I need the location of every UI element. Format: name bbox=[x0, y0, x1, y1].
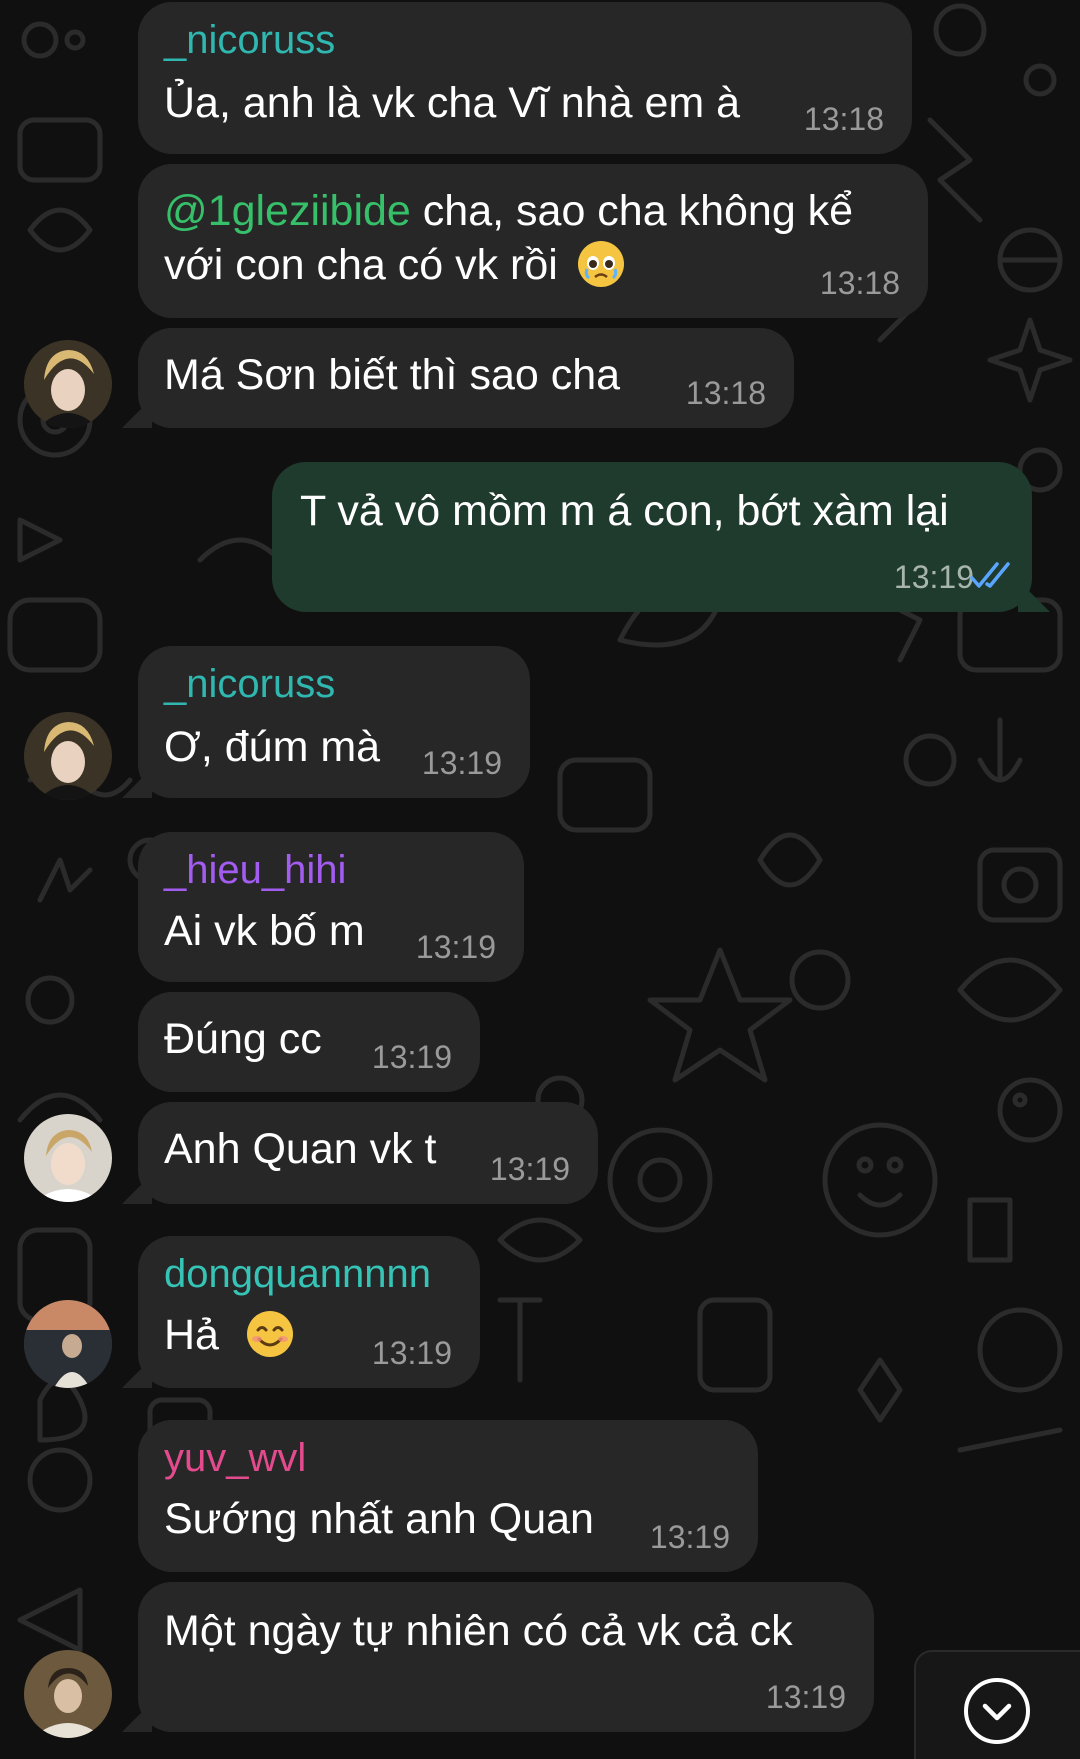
sender-name[interactable]: _nicoruss bbox=[164, 18, 335, 62]
message-text: Sướng nhất anh Quan bbox=[164, 1495, 594, 1543]
avatar[interactable] bbox=[24, 1650, 112, 1738]
chat-screen: _nicoruss Ủa, anh là vk cha Vĩ nhà em à … bbox=[0, 0, 1080, 1759]
chevron-down-icon bbox=[982, 1703, 1012, 1721]
message-bubble[interactable]: _hieu_hihi Ai vk bố m 13:19 bbox=[138, 832, 524, 982]
message-text-line: cha, sao cha không kể bbox=[410, 187, 854, 235]
message-time: 13:19 bbox=[649, 1519, 730, 1555]
message-text: Ủa, anh là vk cha Vĩ nhà em à bbox=[164, 79, 741, 127]
message-text: Một ngày tự nhiên có cả vk cả ck bbox=[164, 1607, 793, 1655]
message-bubble[interactable]: Anh Quan vk t 13:19 bbox=[138, 1102, 598, 1204]
message-bubble[interactable]: Đúng cc 13:19 bbox=[138, 992, 480, 1092]
message-time: 13:19 bbox=[765, 1679, 846, 1715]
avatar[interactable] bbox=[24, 1300, 112, 1388]
message-text: T vả vô mồm m á con, bớt xàm lại bbox=[300, 487, 949, 535]
avatar-image bbox=[24, 1114, 112, 1202]
mention-link[interactable]: @1gleziibide bbox=[164, 187, 411, 235]
message-text: Anh Quan vk t bbox=[164, 1125, 437, 1173]
message-text: Ai vk bố m bbox=[164, 907, 365, 955]
message-time: 13:19 bbox=[371, 1039, 452, 1075]
scroll-down-panel bbox=[914, 1650, 1080, 1759]
message-time: 13:18 bbox=[819, 265, 900, 301]
message-bubble[interactable]: @1gleziibide cha, sao cha không kể với c… bbox=[138, 164, 928, 318]
sender-name[interactable]: dongquannnnn bbox=[164, 1252, 431, 1296]
sender-name[interactable]: _nicoruss bbox=[164, 662, 335, 706]
avatar[interactable] bbox=[24, 712, 112, 800]
message-text: với con cha có vk rồi bbox=[164, 238, 626, 293]
message-text-line: với con cha có vk rồi bbox=[164, 241, 558, 289]
crying-face-icon bbox=[577, 240, 624, 287]
message-time: 13:19 bbox=[893, 559, 974, 595]
avatar-image bbox=[24, 1300, 112, 1388]
avatar-image bbox=[24, 1650, 112, 1738]
avatar-image bbox=[24, 340, 112, 428]
double-check-icon bbox=[970, 562, 1010, 588]
sender-name[interactable]: yuv_wvl bbox=[164, 1436, 306, 1480]
message-bubble[interactable]: _nicoruss Ơ, đúm mà 13:19 bbox=[138, 646, 530, 798]
message-text: Ơ, đúm mà bbox=[164, 723, 381, 771]
avatar-image bbox=[24, 712, 112, 800]
sender-name[interactable]: _hieu_hihi bbox=[164, 848, 346, 892]
message-time: 13:18 bbox=[685, 375, 766, 411]
message-time: 13:19 bbox=[371, 1335, 452, 1371]
message-bubble[interactable]: Má Sơn biết thì sao cha 13:18 bbox=[138, 328, 794, 428]
message-bubble[interactable]: Một ngày tự nhiên có cả vk cả ck 13:19 bbox=[138, 1582, 874, 1732]
message-text-line: Hả bbox=[164, 1311, 219, 1359]
message-bubble[interactable]: dongquannnnn Hả 13:19 bbox=[138, 1236, 480, 1388]
message-text: Hả bbox=[164, 1308, 295, 1363]
smiling-face-icon bbox=[246, 1310, 293, 1357]
avatar[interactable] bbox=[24, 340, 112, 428]
message-bubble[interactable]: yuv_wvl Sướng nhất anh Quan 13:19 bbox=[138, 1420, 758, 1572]
message-time: 13:19 bbox=[489, 1151, 570, 1187]
message-time: 13:19 bbox=[415, 929, 496, 965]
message-text: Đúng cc bbox=[164, 1015, 322, 1063]
message-text: Má Sơn biết thì sao cha bbox=[164, 351, 621, 399]
message-bubble[interactable]: _nicoruss Ủa, anh là vk cha Vĩ nhà em à … bbox=[138, 2, 912, 154]
outgoing-message-bubble[interactable]: T vả vô mồm m á con, bớt xàm lại 13:19 bbox=[272, 462, 1032, 612]
message-time: 13:18 bbox=[803, 101, 884, 137]
message-text: @1gleziibide cha, sao cha không kể bbox=[164, 184, 853, 239]
message-time: 13:19 bbox=[421, 745, 502, 781]
avatar[interactable] bbox=[24, 1114, 112, 1202]
scroll-to-bottom-button[interactable] bbox=[964, 1678, 1030, 1744]
